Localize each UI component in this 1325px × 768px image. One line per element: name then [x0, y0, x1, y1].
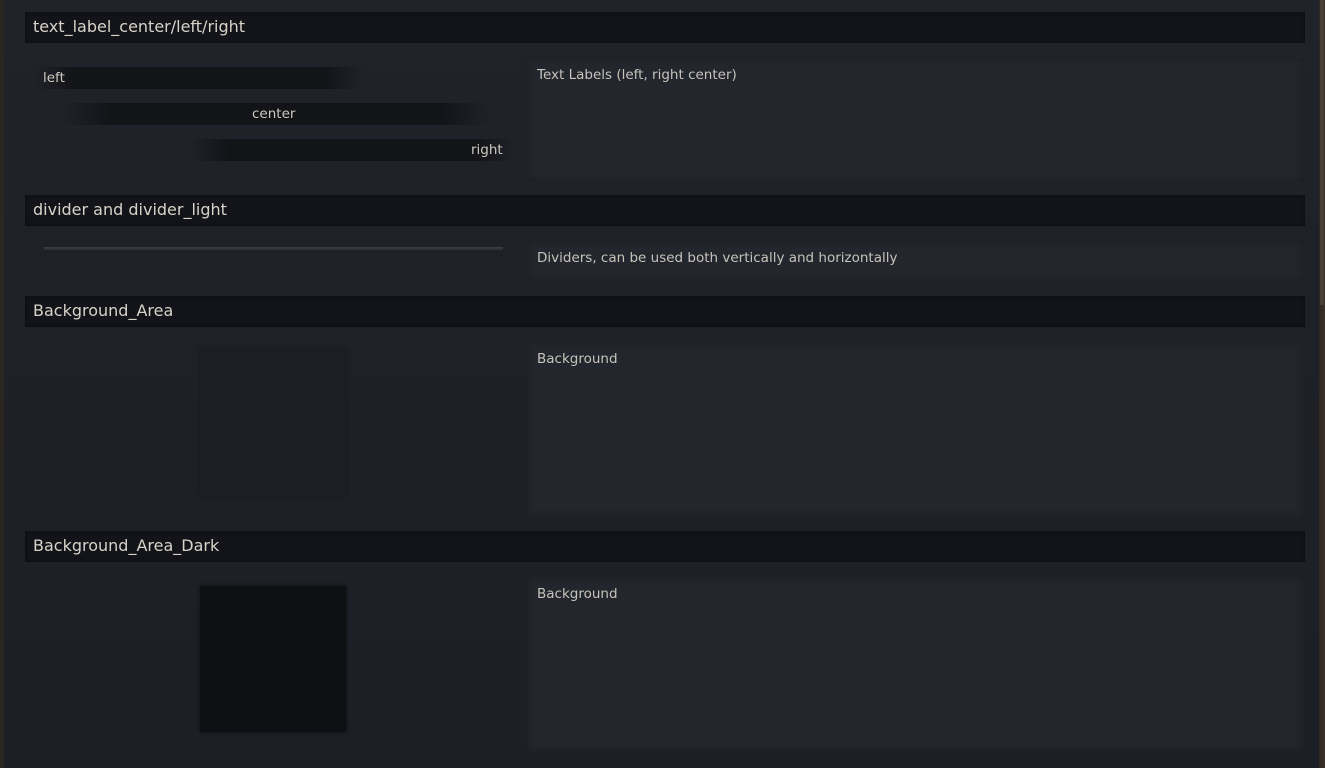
background-area-dark-swatch: [200, 586, 346, 732]
description-panel-dividers: Dividers, can be used both vertically an…: [527, 241, 1304, 281]
section-header-background-area: Background_Area: [25, 296, 1305, 327]
section-header-text-labels: text_label_center/left/right: [25, 12, 1305, 43]
section-header-background-area-dark: Background_Area_Dark: [25, 531, 1305, 562]
description-panel-background-area-dark: Background: [527, 577, 1304, 751]
text-label-left: left: [43, 70, 65, 86]
description-panel-background-area: Background: [527, 342, 1304, 516]
scrollbar-track[interactable]: [1319, 0, 1325, 768]
background-area-swatch: [200, 350, 346, 496]
description-text: Text Labels (left, right center): [537, 67, 737, 83]
section-title: divider and divider_light: [33, 200, 227, 219]
scrollbar-thumb[interactable]: [1320, 0, 1324, 305]
window-left-edge: [0, 0, 4, 768]
text-label-right-strip: [190, 139, 515, 161]
description-text: Background: [537, 586, 618, 602]
description-panel-text-labels: Text Labels (left, right center): [527, 58, 1304, 181]
description-text: Dividers, can be used both vertically an…: [537, 250, 898, 266]
text-label-right: right: [471, 142, 503, 158]
description-text: Background: [537, 351, 618, 367]
section-title: text_label_center/left/right: [33, 17, 246, 36]
section-title: Background_Area: [33, 301, 174, 320]
text-label-center: center: [252, 106, 296, 122]
section-header-dividers: divider and divider_light: [25, 195, 1305, 226]
text-label-left-strip: [34, 67, 364, 89]
divider-sample: [44, 247, 503, 250]
section-title: Background_Area_Dark: [33, 536, 220, 555]
widget-gallery-page: text_label_center/left/right left center…: [0, 0, 1325, 768]
